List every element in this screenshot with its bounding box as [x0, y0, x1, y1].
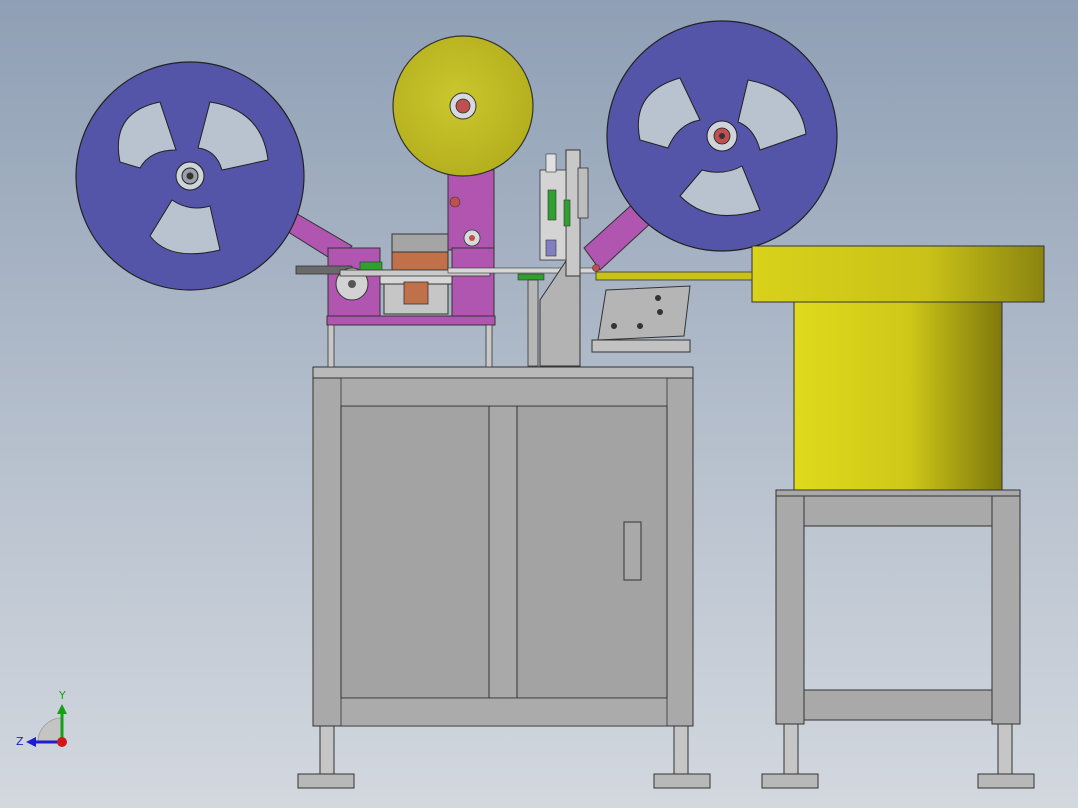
main-cabinet	[297, 366, 711, 789]
right-reel	[606, 20, 838, 252]
cad-viewport[interactable]: Y Z	[0, 0, 1078, 808]
triad-y-arrow-icon	[57, 704, 67, 714]
view-triad[interactable]: Y Z	[16, 689, 67, 748]
left-reel	[75, 61, 305, 291]
triad-z-arrow-icon	[26, 737, 36, 747]
machine-assembly-drawing: Y Z	[16, 20, 1045, 789]
triad-quadrant	[37, 717, 63, 743]
triad-y-label: Y	[58, 689, 66, 702]
triad-z-label: Z	[16, 735, 24, 748]
central-press	[527, 149, 589, 367]
bowl-stand	[761, 489, 1035, 789]
triad-x-axis-dot	[57, 737, 67, 747]
tape-roll	[392, 35, 534, 251]
